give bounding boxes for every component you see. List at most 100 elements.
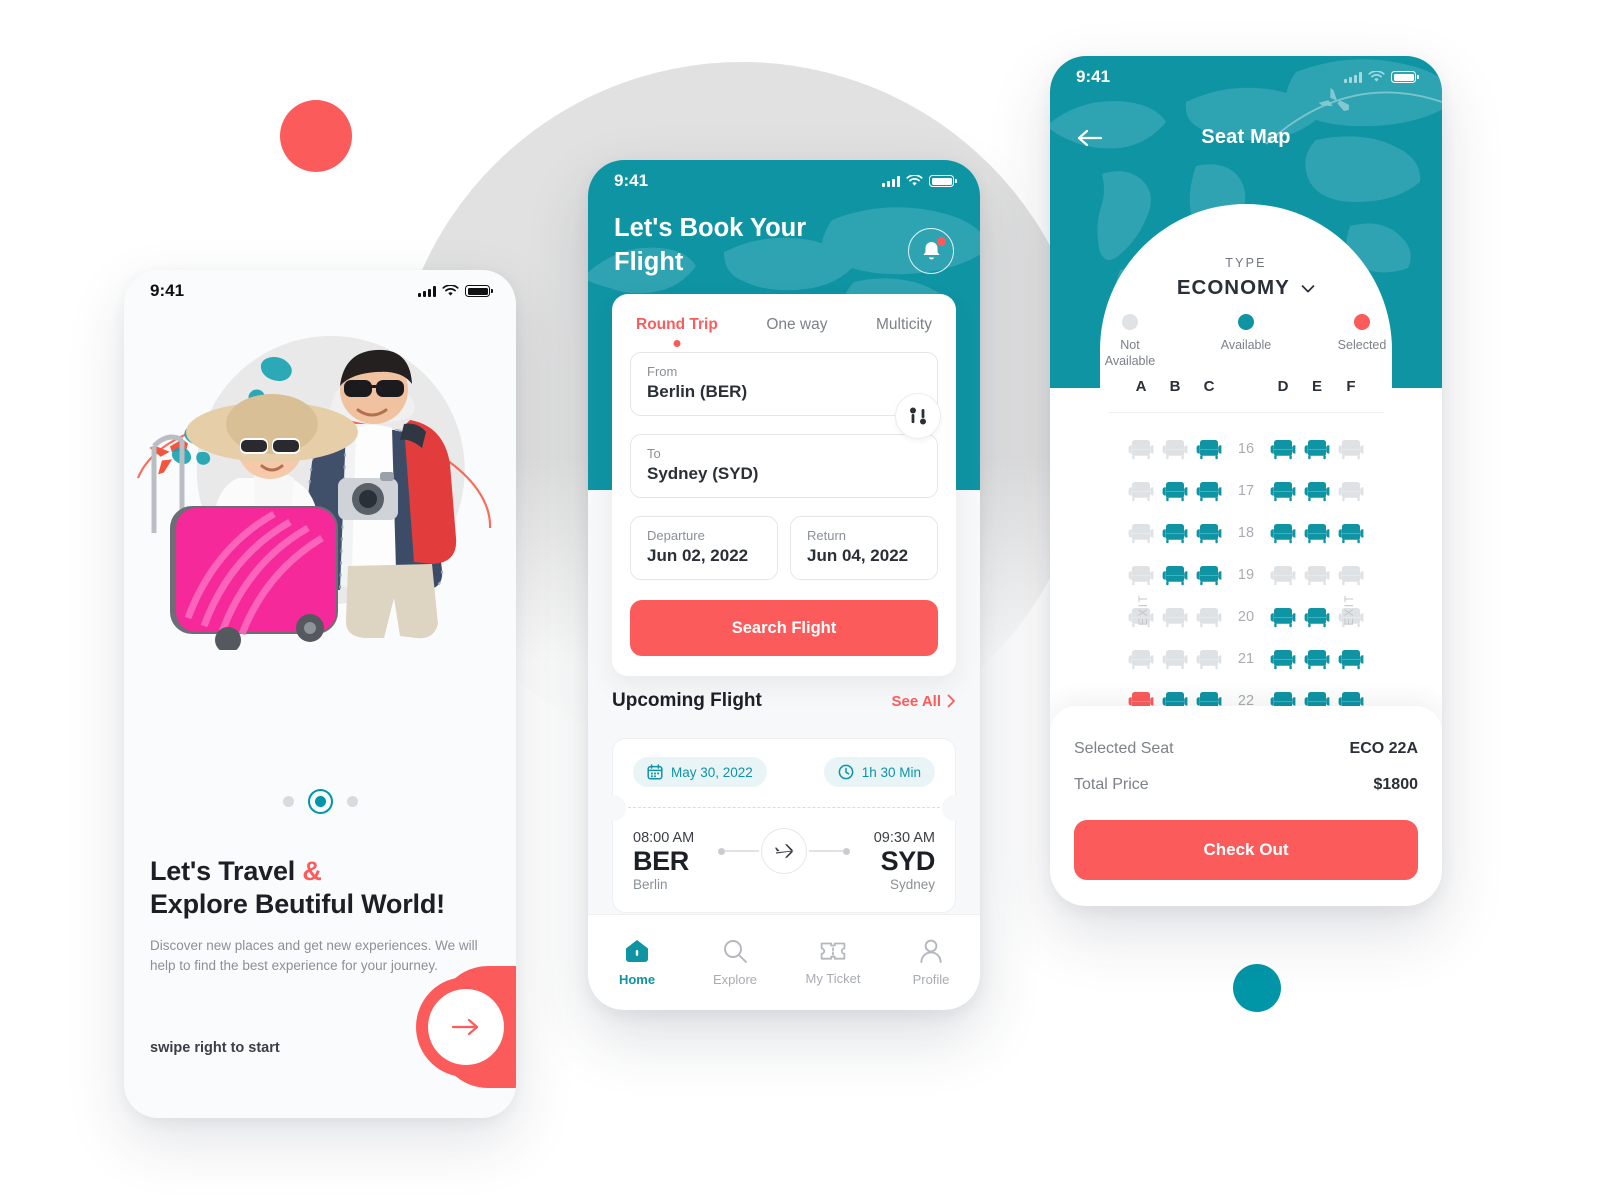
flight-path-indicator bbox=[694, 828, 873, 892]
tab-my-ticket[interactable]: My Ticket bbox=[790, 939, 876, 986]
seat-icon bbox=[1304, 566, 1330, 586]
airplane-icon bbox=[775, 844, 794, 858]
onboarding-screen: 9:41 Let's Travel & Explore Beutiful Wor… bbox=[124, 270, 516, 1118]
seat-16B[interactable] bbox=[1158, 438, 1192, 460]
upcoming-flight-ticket[interactable]: May 30, 2022 1h 30 Min 08:00 AM BER Berl… bbox=[600, 738, 968, 913]
return-date-field[interactable]: Return Jun 04, 2022 bbox=[790, 516, 938, 580]
cabin-type-selector[interactable]: TYPE ECONOMY bbox=[1050, 256, 1442, 300]
seat-16D[interactable] bbox=[1266, 438, 1300, 460]
search-icon bbox=[724, 940, 747, 963]
see-all-link[interactable]: See All bbox=[892, 693, 956, 710]
seat-19A[interactable] bbox=[1124, 564, 1158, 586]
seat-21A[interactable] bbox=[1124, 648, 1158, 670]
flight-duration-chip: 1h 30 Min bbox=[823, 757, 935, 787]
to-label: To bbox=[647, 446, 661, 461]
seat-legend: Not Available Available Selected bbox=[1050, 314, 1442, 369]
back-button[interactable] bbox=[1074, 122, 1106, 154]
carousel-dot-3[interactable] bbox=[346, 796, 358, 807]
flight-duration-label: 1h 30 Min bbox=[861, 764, 921, 780]
seat-17B[interactable] bbox=[1158, 480, 1192, 502]
seat-21C[interactable] bbox=[1192, 648, 1226, 670]
legend-selected: Selected bbox=[1327, 314, 1397, 369]
seat-17C[interactable] bbox=[1192, 480, 1226, 502]
row-number-21: 21 bbox=[1237, 651, 1255, 667]
selected-seat-value: ECO 22A bbox=[1349, 740, 1418, 757]
cabin-type-text: ECONOMY bbox=[1176, 276, 1290, 299]
notification-button[interactable] bbox=[908, 228, 954, 274]
seat-icon bbox=[1304, 482, 1330, 502]
title-line-1: Let's Travel bbox=[150, 856, 303, 886]
seat-16F[interactable] bbox=[1334, 438, 1368, 460]
seat-18B[interactable] bbox=[1158, 522, 1192, 544]
seat-18C[interactable] bbox=[1192, 522, 1226, 544]
cabin-type-label: TYPE bbox=[1225, 256, 1267, 270]
tab-profile[interactable]: Profile bbox=[888, 938, 974, 987]
arrival-airport-code: SYD bbox=[880, 845, 936, 876]
carousel-dot-1[interactable] bbox=[282, 796, 294, 807]
next-button-group[interactable] bbox=[408, 966, 516, 1088]
tab-explore[interactable]: Explore bbox=[692, 938, 778, 987]
seat-row-17: 17 bbox=[1050, 470, 1442, 512]
seat-16C[interactable] bbox=[1192, 438, 1226, 460]
seat-18E[interactable] bbox=[1300, 522, 1334, 544]
seat-19D[interactable] bbox=[1266, 564, 1300, 586]
swap-airports-button[interactable] bbox=[895, 393, 941, 439]
carousel-pagination[interactable] bbox=[124, 796, 516, 807]
seat-17D[interactable] bbox=[1266, 480, 1300, 502]
column-header-a: A bbox=[1135, 378, 1147, 395]
page-title: Seat Map bbox=[1201, 125, 1291, 148]
cabin-type-value[interactable]: ECONOMY bbox=[1050, 276, 1442, 300]
seat-19F[interactable] bbox=[1334, 564, 1368, 586]
booking-summary-panel: Selected Seat ECO 22A Total Price $1800 … bbox=[1050, 706, 1442, 906]
seat-icon bbox=[1304, 524, 1330, 544]
seat-icon bbox=[1270, 482, 1296, 502]
bottom-tab-bar[interactable]: Home Explore My Ticket Profile bbox=[588, 914, 980, 1010]
seat-20C[interactable] bbox=[1192, 606, 1226, 628]
seat-17A[interactable] bbox=[1124, 480, 1158, 502]
seat-map-screen: 9:41 Seat Map TYPE ECONOMY Not Available… bbox=[1050, 56, 1442, 906]
seat-18A[interactable] bbox=[1124, 522, 1158, 544]
seat-17F[interactable] bbox=[1334, 480, 1368, 502]
seat-19C[interactable] bbox=[1192, 564, 1226, 586]
seat-icon bbox=[1162, 482, 1188, 502]
tab-one-way[interactable]: One way bbox=[766, 316, 827, 334]
chevron-down-icon bbox=[1301, 285, 1315, 293]
seat-21E[interactable] bbox=[1300, 648, 1334, 670]
arrow-right-icon bbox=[451, 1018, 479, 1036]
seat-20D[interactable] bbox=[1266, 606, 1300, 628]
tab-home[interactable]: Home bbox=[594, 938, 680, 987]
seat-20B[interactable] bbox=[1158, 606, 1192, 628]
seat-19B[interactable] bbox=[1158, 564, 1192, 586]
departure-label: Departure bbox=[647, 528, 705, 543]
check-out-button[interactable]: Check Out bbox=[1074, 820, 1418, 880]
departure-city: Berlin bbox=[633, 877, 668, 892]
seat-16E[interactable] bbox=[1300, 438, 1334, 460]
seat-16A[interactable] bbox=[1124, 438, 1158, 460]
carousel-dot-2-active[interactable] bbox=[314, 796, 326, 807]
from-field[interactable]: From Berlin (BER) bbox=[630, 352, 941, 439]
departure-date-field[interactable]: Departure Jun 02, 2022 bbox=[630, 516, 778, 580]
onboarding-illustration bbox=[124, 322, 516, 652]
seat-18F[interactable] bbox=[1334, 522, 1368, 544]
trip-type-tabs[interactable]: Round Trip One way Multicity bbox=[630, 316, 938, 334]
seat-icon bbox=[1196, 566, 1222, 586]
seat-row-18: 18 bbox=[1050, 512, 1442, 554]
seat-21D[interactable] bbox=[1266, 648, 1300, 670]
tab-multicity[interactable]: Multicity bbox=[876, 316, 932, 334]
seat-icon bbox=[1270, 608, 1296, 628]
page-title: Let's Travel & Explore Beutiful World! bbox=[150, 855, 490, 922]
seat-21F[interactable] bbox=[1334, 648, 1368, 670]
row-number-19: 19 bbox=[1237, 567, 1255, 583]
clock-icon bbox=[838, 764, 854, 780]
seat-icon bbox=[1338, 440, 1364, 460]
next-button[interactable] bbox=[416, 977, 516, 1077]
seat-icon bbox=[1162, 608, 1188, 628]
tab-round-trip[interactable]: Round Trip bbox=[636, 316, 718, 334]
search-flight-button[interactable]: Search Flight bbox=[630, 600, 938, 656]
seat-21B[interactable] bbox=[1158, 648, 1192, 670]
seat-17E[interactable] bbox=[1300, 480, 1334, 502]
to-field[interactable]: To Sydney (SYD) bbox=[630, 434, 938, 498]
seat-19E[interactable] bbox=[1300, 564, 1334, 586]
seat-20E[interactable] bbox=[1300, 606, 1334, 628]
seat-18D[interactable] bbox=[1266, 522, 1300, 544]
